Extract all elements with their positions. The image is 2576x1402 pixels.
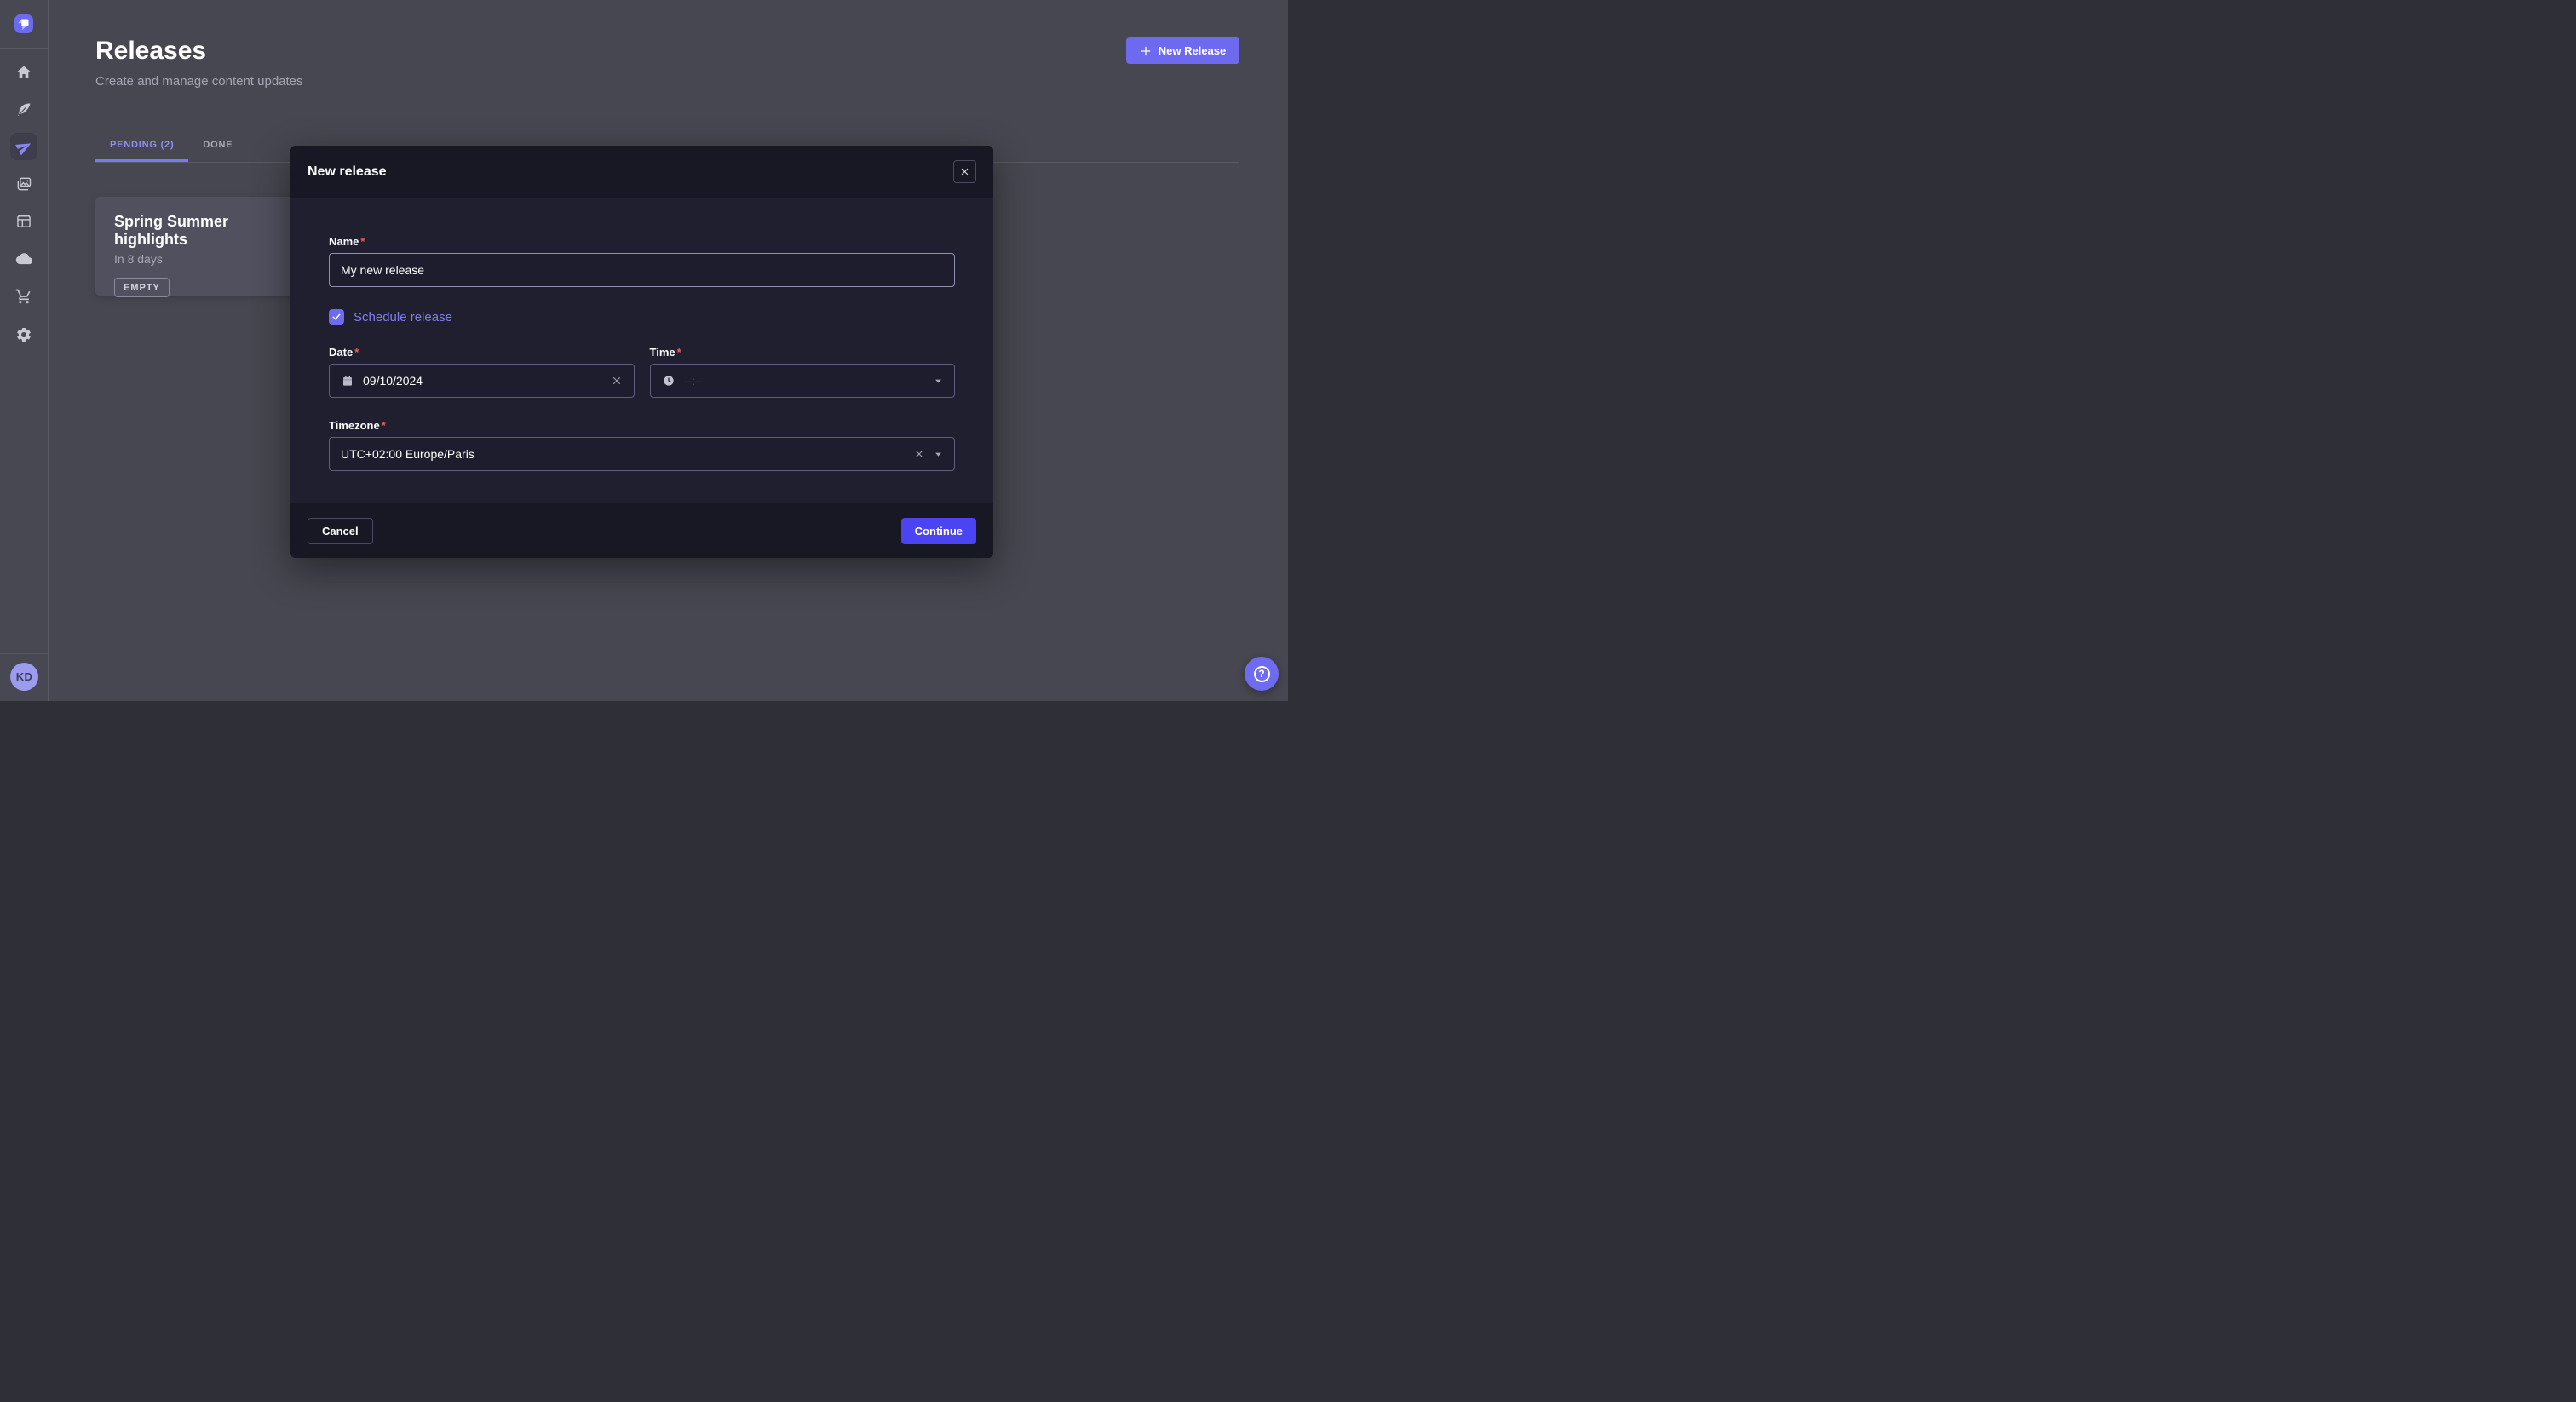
- name-field-wrap: [329, 253, 955, 287]
- time-field-wrap: [650, 364, 956, 398]
- time-caret-down-icon[interactable]: [934, 376, 943, 386]
- modal-title: New release: [308, 164, 387, 180]
- sidebar: KD: [0, 0, 49, 701]
- modal-body: Name* Schedule release Date*: [290, 235, 993, 471]
- schedule-release-row[interactable]: Schedule release: [329, 309, 955, 325]
- page-subtitle: Create and manage content updates: [95, 74, 303, 89]
- sidebar-item-home[interactable]: [10, 59, 37, 86]
- help-icon: ?: [1254, 666, 1270, 682]
- name-input[interactable]: [341, 263, 943, 277]
- date-field-wrap: [329, 364, 635, 398]
- home-icon: [15, 64, 32, 81]
- tab-done[interactable]: DONE: [188, 129, 247, 162]
- release-card-title: Spring Summer highlights: [114, 213, 291, 249]
- sidebar-divider-top: [0, 48, 48, 49]
- layout-icon: [15, 213, 32, 230]
- sidebar-item-deploy[interactable]: [10, 245, 37, 273]
- continue-button[interactable]: Continue: [901, 518, 976, 544]
- modal-close-button[interactable]: [953, 160, 976, 183]
- sidebar-item-releases[interactable]: [10, 133, 37, 160]
- sidebar-item-content-type-builder[interactable]: [10, 96, 37, 124]
- page-title: Releases: [95, 37, 206, 66]
- cart-icon: [15, 288, 32, 305]
- sidebar-item-settings[interactable]: [10, 321, 37, 348]
- sidebar-item-content-manager[interactable]: [10, 208, 37, 235]
- sidebar-item-media-library[interactable]: [10, 170, 37, 198]
- timezone-field-wrap: [329, 437, 955, 471]
- releases-page: KD Releases Create and manage content up…: [0, 0, 1288, 701]
- time-input[interactable]: [684, 374, 926, 388]
- send-icon: [13, 135, 35, 158]
- gear-icon: [15, 326, 32, 343]
- images-icon: [15, 175, 32, 192]
- clock-icon: [662, 374, 676, 388]
- new-release-button-label: New Release: [1159, 44, 1227, 57]
- avatar[interactable]: KD: [10, 663, 38, 691]
- tab-pending[interactable]: PENDING (2): [95, 129, 188, 162]
- time-label: Time*: [650, 346, 956, 359]
- date-input[interactable]: [363, 374, 602, 388]
- schedule-checkbox[interactable]: [329, 309, 344, 325]
- calendar-icon: [341, 374, 354, 388]
- new-release-button[interactable]: New Release: [1126, 37, 1239, 64]
- strapi-logo-icon[interactable]: [14, 14, 33, 33]
- schedule-checkbox-label: Schedule release: [354, 310, 452, 325]
- name-label: Name*: [329, 235, 955, 248]
- date-label: Date*: [329, 346, 635, 359]
- modal-footer: Cancel Continue: [290, 503, 993, 558]
- cloud-icon: [15, 250, 33, 268]
- cancel-button[interactable]: Cancel: [308, 518, 373, 544]
- date-clear-icon[interactable]: [611, 375, 623, 387]
- avatar-initials: KD: [16, 670, 32, 683]
- release-card-due: In 8 days: [114, 252, 291, 266]
- feather-icon: [15, 101, 32, 118]
- timezone-clear-icon[interactable]: [913, 448, 925, 460]
- timezone-label: Timezone*: [329, 419, 955, 432]
- sidebar-item-marketplace[interactable]: [10, 283, 37, 310]
- timezone-input[interactable]: [341, 447, 905, 461]
- sidebar-divider-bottom: [0, 653, 48, 654]
- check-icon: [331, 312, 342, 322]
- plus-icon: [1140, 45, 1152, 57]
- close-icon: [960, 167, 969, 176]
- modal-header: New release: [290, 146, 993, 198]
- timezone-caret-down-icon[interactable]: [934, 450, 943, 459]
- release-card[interactable]: Spring Summer highlights In 8 days EMPTY: [95, 197, 310, 296]
- help-button[interactable]: ?: [1245, 657, 1279, 691]
- required-marker: *: [360, 235, 365, 248]
- release-card-status-badge: EMPTY: [114, 278, 170, 297]
- new-release-modal: New release Name*: [290, 146, 993, 558]
